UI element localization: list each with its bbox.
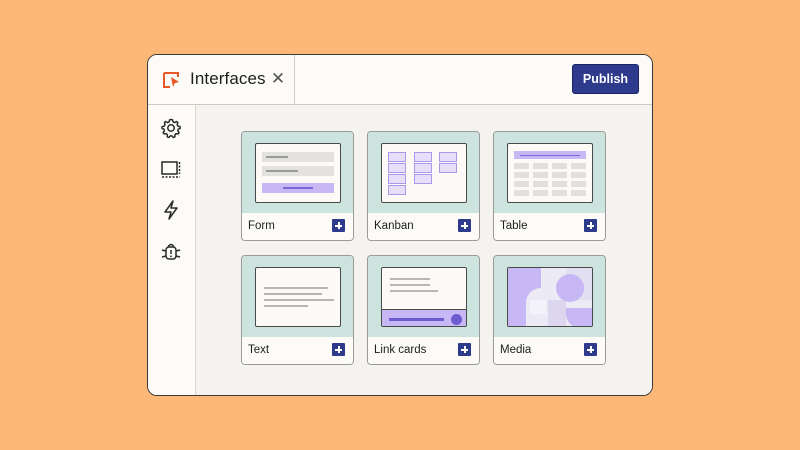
- tab-interfaces[interactable]: Interfaces ✕: [148, 55, 295, 104]
- add-table-button[interactable]: [584, 219, 597, 232]
- table-thumbnail: [507, 143, 593, 203]
- card-preview: [368, 132, 479, 213]
- add-form-button[interactable]: [332, 219, 345, 232]
- image-placeholder-icon: [508, 268, 592, 326]
- bug-icon[interactable]: [160, 240, 182, 262]
- table-grid-cell: [571, 190, 586, 196]
- close-icon[interactable]: ✕: [270, 69, 286, 89]
- table-grid-cell: [514, 172, 529, 178]
- add-link-cards-button[interactable]: [458, 343, 471, 356]
- card-preview: [242, 256, 353, 337]
- table-grid-cell: [514, 181, 529, 187]
- template-card-table[interactable]: Table: [493, 131, 606, 241]
- card-preview: [494, 256, 605, 337]
- layout-icon[interactable]: [160, 158, 182, 180]
- table-grid-cell: [533, 181, 548, 187]
- table-grid-cell: [552, 163, 567, 169]
- add-text-button[interactable]: [332, 343, 345, 356]
- table-grid-cell: [552, 172, 567, 178]
- table-grid-cell: [533, 172, 548, 178]
- add-kanban-button[interactable]: [458, 219, 471, 232]
- card-label: Media: [500, 344, 532, 356]
- media-thumbnail: [507, 267, 593, 327]
- template-card-text[interactable]: Text: [241, 255, 354, 365]
- interface-cursor-icon: [163, 72, 179, 88]
- table-grid-cell: [552, 190, 567, 196]
- kanban-thumbnail: [381, 143, 467, 203]
- template-card-media[interactable]: Media: [493, 255, 606, 365]
- sidebar: [148, 105, 196, 395]
- table-grid-cell: [533, 190, 548, 196]
- form-thumbnail: [255, 143, 341, 203]
- template-card-link-cards[interactable]: Link cards: [367, 255, 480, 365]
- table-grid: [514, 163, 586, 197]
- card-preview: [368, 256, 479, 337]
- template-card-form[interactable]: Form: [241, 131, 354, 241]
- table-grid-cell: [571, 172, 586, 178]
- card-label: Table: [500, 220, 528, 232]
- text-thumbnail: [255, 267, 341, 327]
- card-preview: [494, 132, 605, 213]
- add-media-button[interactable]: [584, 343, 597, 356]
- card-label: Text: [248, 344, 270, 356]
- card-label: Link cards: [374, 344, 427, 356]
- table-grid-cell: [533, 163, 548, 169]
- publish-button[interactable]: Publish: [572, 64, 639, 94]
- table-grid-cell: [514, 190, 529, 196]
- lightning-icon[interactable]: [160, 199, 182, 221]
- app-window: Interfaces ✕ Publish Form Kanban Table T…: [147, 54, 653, 396]
- table-grid-cell: [571, 181, 586, 187]
- table-grid-cell: [514, 163, 529, 169]
- card-label: Kanban: [374, 220, 414, 232]
- table-grid-cell: [571, 163, 586, 169]
- gear-icon[interactable]: [160, 117, 182, 139]
- card-preview: [242, 132, 353, 213]
- card-label: Form: [248, 220, 275, 232]
- header-bar: Interfaces ✕ Publish: [148, 55, 652, 105]
- link-cards-thumbnail: [381, 267, 467, 327]
- template-gallery: Form Kanban Table Text Link cards Media: [196, 105, 652, 395]
- tab-title: Interfaces: [190, 69, 266, 88]
- table-grid-cell: [552, 181, 567, 187]
- template-card-kanban[interactable]: Kanban: [367, 131, 480, 241]
